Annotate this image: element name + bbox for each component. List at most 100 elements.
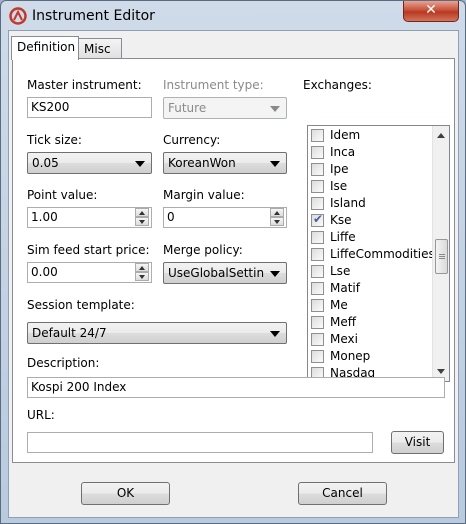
margin-value-stepper[interactable]: 0 [163, 207, 287, 228]
title-bar[interactable]: Instrument Editor ✕ [1, 1, 465, 31]
exchange-item-lse[interactable]: Lse [311, 263, 429, 280]
exchange-name: Inca [330, 145, 356, 159]
chevron-down-icon [270, 331, 280, 337]
exchange-name: Liffe [330, 230, 356, 244]
sim-feed-spin-buttons[interactable] [135, 263, 149, 282]
exchange-name: LiffeCommodities [330, 247, 435, 261]
currency-select[interactable]: KoreanWon [163, 152, 287, 174]
exchange-item-kse[interactable]: ✔ Kse [311, 212, 429, 229]
exchange-checkbox[interactable] [311, 299, 324, 312]
exchange-name: Idem [330, 128, 361, 142]
exchange-name: Meff [330, 315, 357, 329]
spin-down-button[interactable] [270, 217, 284, 226]
tab-definition-label: Definition [17, 40, 76, 54]
exchange-checkbox[interactable]: ✔ [311, 212, 324, 227]
window-title: Instrument Editor [32, 8, 155, 24]
tick-size-value: 0.05 [32, 156, 59, 170]
spin-down-button[interactable] [135, 217, 149, 226]
exchange-name: Monep [330, 349, 371, 363]
visit-button[interactable]: Visit [391, 431, 444, 454]
spin-up-button[interactable] [135, 263, 149, 272]
exchange-checkbox[interactable] [311, 146, 324, 159]
exchange-item-inca[interactable]: Inca [311, 144, 429, 161]
merge-policy-label: Merge policy: [163, 243, 243, 257]
grip-line [439, 256, 445, 257]
instrument-type-select: Future [163, 97, 287, 119]
description-label: Description: [27, 356, 100, 370]
sim-feed-start-price-input[interactable]: 0.00 [27, 262, 152, 283]
exchange-checkbox[interactable] [311, 180, 324, 193]
exchange-item-matif[interactable]: Matif [311, 280, 429, 297]
grip-line [439, 254, 445, 255]
master-instrument-label: Master instrument: [27, 78, 142, 92]
exchange-item-mexi[interactable]: Mexi [311, 331, 429, 348]
exchange-checkbox[interactable] [311, 333, 324, 346]
exchanges-label: Exchanges: [303, 78, 372, 92]
tab-misc[interactable]: Misc [78, 38, 122, 60]
merge-policy-select[interactable]: UseGlobalSettings [163, 262, 287, 284]
merge-policy-value: UseGlobalSettings [168, 266, 264, 280]
chevron-down-icon [135, 161, 145, 167]
exchange-item-meff[interactable]: Meff [311, 314, 429, 331]
chevron-down-icon [270, 106, 280, 112]
exchange-item-liffecommodities[interactable]: LiffeCommodities [311, 246, 435, 263]
point-value-label: Point value: [27, 188, 98, 202]
exchanges-scrollbar[interactable] [432, 126, 449, 381]
exchange-checkbox[interactable] [311, 265, 324, 278]
point-value-input[interactable]: 1.00 [27, 207, 152, 228]
point-value-spin-buttons[interactable] [135, 208, 149, 227]
margin-value-label: Margin value: [163, 188, 245, 202]
exchanges-list[interactable]: Idem Inca Ipe Ise Island ✔ Kse Liffe LiffeCommod… [307, 125, 450, 382]
cancel-button[interactable]: Cancel [298, 482, 387, 505]
exchange-name: Ipe [330, 162, 349, 176]
scrollbar-thumb[interactable] [435, 239, 448, 274]
master-instrument-input[interactable]: KS200 [27, 97, 152, 118]
url-input[interactable] [27, 432, 373, 453]
exchange-checkbox[interactable] [311, 316, 324, 329]
exchange-item-monep[interactable]: Monep [311, 348, 429, 365]
point-value-stepper[interactable]: 1.00 [27, 207, 152, 228]
description-input[interactable]: Kospi 200 Index [27, 377, 445, 398]
grip-line [439, 258, 445, 259]
spin-up-button[interactable] [270, 208, 284, 217]
currency-value: KoreanWon [168, 156, 236, 170]
exchange-checkbox[interactable] [311, 231, 324, 244]
exchange-checkbox[interactable] [311, 350, 324, 363]
arrow-up-icon [139, 211, 145, 215]
tab-definition[interactable]: Definition [11, 36, 79, 60]
close-button[interactable]: ✕ [403, 1, 459, 22]
exchange-item-me[interactable]: Me [311, 297, 429, 314]
app-logo-icon [9, 7, 27, 25]
session-template-select[interactable]: Default 24/7 [27, 322, 287, 344]
sim-feed-start-price-stepper[interactable]: 0.00 [27, 262, 152, 283]
ok-button[interactable]: OK [81, 482, 170, 505]
scroll-down-icon[interactable] [437, 369, 445, 374]
tick-size-select[interactable]: 0.05 [27, 152, 152, 174]
exchange-item-island[interactable]: Island [311, 195, 429, 212]
exchange-name: Island [330, 196, 366, 210]
currency-label: Currency: [163, 133, 221, 147]
margin-value-spin-buttons[interactable] [270, 208, 284, 227]
exchange-checkbox[interactable] [311, 248, 324, 261]
exchange-item-liffe[interactable]: Liffe [311, 229, 429, 246]
exchange-name: Matif [330, 281, 360, 295]
exchange-item-ipe[interactable]: Ipe [311, 161, 429, 178]
scroll-up-icon[interactable] [437, 133, 445, 138]
exchange-checkbox[interactable] [311, 129, 324, 142]
exchange-checkbox[interactable] [311, 282, 324, 295]
arrow-down-icon [139, 275, 145, 279]
margin-value-input[interactable]: 0 [163, 207, 287, 228]
dialog-body: Definition Misc Master instrument: KS200… [8, 30, 459, 518]
close-icon: ✕ [425, 2, 437, 18]
instrument-editor-window: Instrument Editor ✕ Definition Misc Mast… [0, 0, 466, 524]
spin-up-button[interactable] [135, 208, 149, 217]
tick-size-label: Tick size: [27, 133, 82, 147]
exchange-name: Me [330, 298, 348, 312]
exchange-checkbox[interactable] [311, 163, 324, 176]
exchange-item-idem[interactable]: Idem [311, 127, 429, 144]
exchange-checkbox[interactable] [311, 197, 324, 210]
spin-down-button[interactable] [135, 272, 149, 281]
exchange-item-ise[interactable]: Ise [311, 178, 429, 195]
exchange-name: Ise [330, 179, 348, 193]
instrument-type-label: Instrument type: [163, 78, 264, 92]
